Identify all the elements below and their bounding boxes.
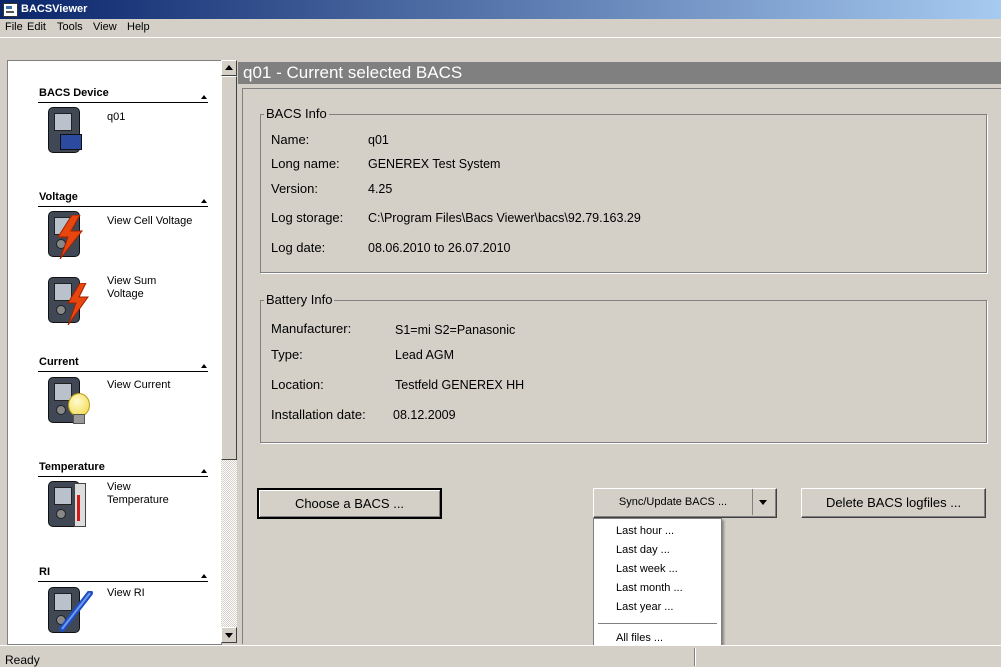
collapse-icon[interactable]: [201, 574, 207, 578]
bacs-info-value: 4.25: [368, 182, 393, 196]
sync-update-button[interactable]: Sync/Update BACS ...: [594, 489, 753, 515]
sync-menu: Last hour ... Last day ... Last week ...…: [593, 518, 722, 656]
sidebar-scrollbar[interactable]: [221, 60, 237, 643]
status-bar: Ready: [0, 645, 1001, 667]
bacs-info-value: q01: [368, 133, 389, 147]
thermometer-icon[interactable]: [44, 481, 96, 529]
battery-info-group: [260, 300, 987, 443]
battery-info-label: Type:: [271, 347, 303, 362]
bacs-info-label: Name:: [271, 132, 310, 147]
delete-logfiles-button[interactable]: Delete BACS logfiles ...: [801, 488, 986, 518]
sidebar-item-q01[interactable]: q01: [107, 111, 125, 124]
bacs-info-legend: BACS Info: [264, 106, 329, 121]
group-title-ri: RI: [39, 566, 50, 578]
menu-item-last-day[interactable]: Last day ...: [616, 544, 670, 556]
sidebar-panel: BACS Device q01 Voltage View Cell Voltag…: [7, 60, 222, 645]
status-divider: [694, 648, 696, 666]
collapse-icon[interactable]: [201, 199, 207, 203]
menu-edit[interactable]: Edit: [27, 21, 46, 33]
app-icon: [3, 3, 18, 17]
menu-item-last-week[interactable]: Last week ...: [616, 563, 678, 575]
group-title-temperature: Temperature: [39, 461, 105, 473]
collapse-icon[interactable]: [201, 364, 207, 368]
bacs-info-value: GENEREX Test System: [368, 157, 501, 171]
battery-info-legend: Battery Info: [264, 292, 335, 307]
collapse-icon[interactable]: [201, 469, 207, 473]
arrow-down-icon: [225, 633, 233, 638]
status-text: Ready: [5, 653, 40, 667]
battery-info-label: Installation date:: [271, 407, 366, 422]
menu-item-last-month[interactable]: Last month ...: [616, 582, 683, 594]
sidebar-item-cell-voltage[interactable]: View Cell Voltage: [107, 215, 192, 228]
page-header: q01 - Current selected BACS: [238, 62, 1001, 84]
menu-item-last-year[interactable]: Last year ...: [616, 601, 673, 613]
sidebar-item-temperature[interactable]: View Temperature: [107, 481, 187, 507]
menu-item-last-hour[interactable]: Last hour ...: [616, 525, 674, 537]
menu-file[interactable]: File: [5, 21, 23, 33]
arrow-up-icon: [225, 65, 233, 70]
bacs-info-value: 08.06.2010 to 26.07.2010: [368, 241, 511, 255]
menu-item-all-files[interactable]: All files ...: [616, 632, 663, 644]
group-title-bacs-device: BACS Device: [39, 87, 109, 99]
menu-tools[interactable]: Tools: [57, 21, 83, 33]
menu-separator: [598, 623, 717, 624]
bacs-info-label: Version:: [271, 181, 318, 196]
group-divider: [38, 476, 208, 477]
battery-info-value: Testfeld GENEREX HH: [395, 378, 525, 392]
sync-update-split-button: Sync/Update BACS ...: [593, 488, 777, 518]
collapse-icon[interactable]: [201, 95, 207, 99]
chevron-down-icon: [759, 500, 767, 505]
bacs-info-label: Log storage:: [271, 210, 344, 225]
cell-voltage-icon[interactable]: [44, 211, 96, 259]
page-title: q01 - Current selected BACS: [243, 63, 463, 82]
scroll-thumb[interactable]: [221, 76, 237, 460]
sidebar-item-ri[interactable]: View RI: [107, 587, 145, 600]
current-bulb-icon[interactable]: [44, 377, 96, 425]
bacs-device-icon[interactable]: [44, 107, 96, 155]
choose-bacs-button[interactable]: Choose a BACS ...: [257, 488, 442, 519]
bacs-info-label: Log date:: [271, 240, 326, 255]
menu-help[interactable]: Help: [127, 21, 150, 33]
group-divider: [38, 371, 208, 372]
group-divider: [38, 581, 208, 582]
group-title-current: Current: [39, 356, 79, 368]
menu-view[interactable]: View: [93, 21, 117, 33]
battery-info-label: Location:: [271, 377, 324, 392]
scroll-down-button[interactable]: [221, 627, 237, 643]
sidebar-item-sum-voltage[interactable]: View Sum Voltage: [107, 275, 187, 301]
sync-dropdown-button[interactable]: [753, 489, 774, 515]
group-title-voltage: Voltage: [39, 191, 78, 203]
sidebar-item-current[interactable]: View Current: [107, 379, 170, 392]
menu-bar: File Edit Tools View Help: [0, 19, 1001, 38]
bacs-info-value: C:\Program Files\Bacs Viewer\bacs\92.79.…: [368, 211, 641, 225]
battery-info-label: Manufacturer:: [271, 321, 352, 336]
battery-info-value: Lead AGM: [395, 348, 455, 362]
title-bar: BACSViewer: [0, 0, 1001, 19]
window-title: BACSViewer: [21, 3, 88, 15]
bacs-info-label: Long name:: [271, 156, 340, 171]
sum-voltage-icon[interactable]: [44, 277, 96, 325]
group-divider: [38, 102, 208, 103]
battery-info-value: 08.12.2009: [393, 408, 456, 422]
group-divider: [38, 206, 208, 207]
scroll-up-button[interactable]: [221, 60, 237, 76]
ri-probe-icon[interactable]: [44, 587, 96, 635]
battery-info-value: S1=mi S2=Panasonic: [395, 323, 516, 337]
